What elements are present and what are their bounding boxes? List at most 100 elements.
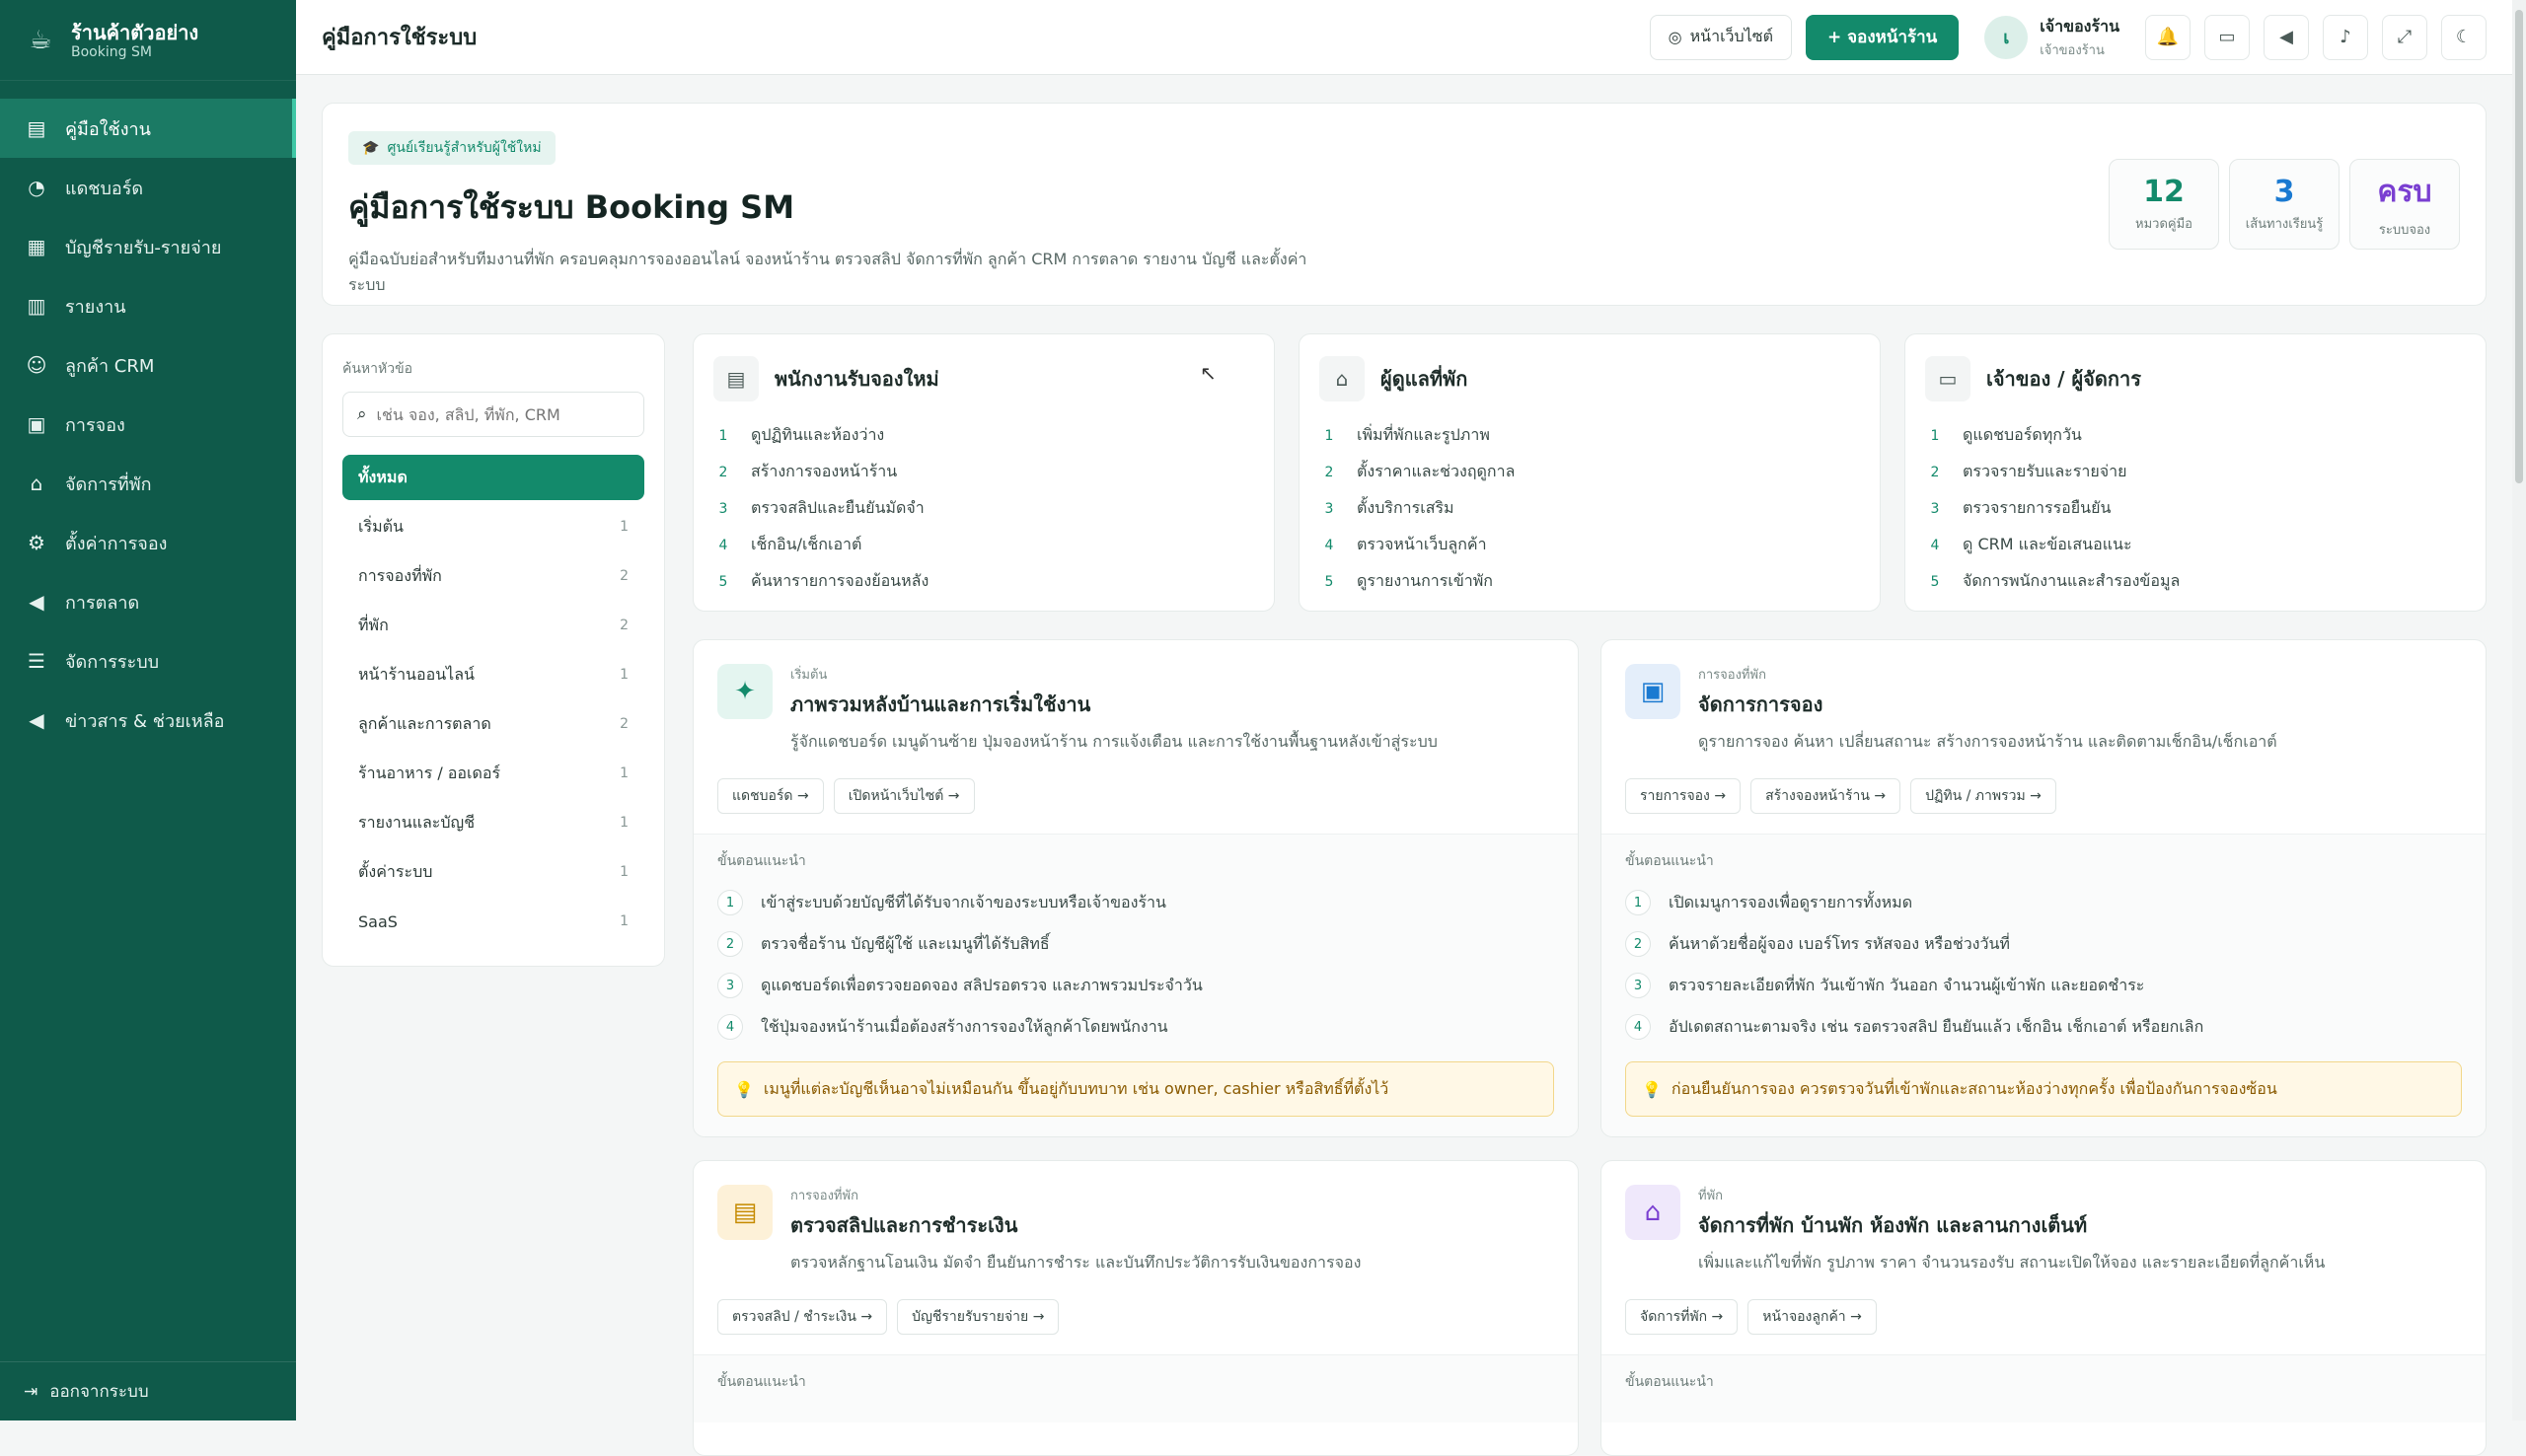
sidebar-item-label: การตลาด xyxy=(65,592,140,614)
topic-item[interactable]: ตั้งค่าระบบ 1 xyxy=(342,849,644,895)
user-role: เจ้าของร้าน xyxy=(2040,42,2105,58)
lightbulb-icon: 💡 xyxy=(1642,1079,1662,1099)
steps-label: ขั้นตอนแนะนำ xyxy=(1625,1374,1714,1390)
page-scrollbar[interactable] xyxy=(2512,0,2526,1420)
sidebar-item-0[interactable]: ▤ คู่มือใช้งาน xyxy=(0,99,296,158)
sidebar-item-10[interactable]: ◀ ข่าวสาร & ช่วยเหลือ xyxy=(0,691,296,750)
topbar: คู่มือการใช้ระบบ ◎ หน้าเว็บไซต์ + จองหน้… xyxy=(296,0,2512,75)
topic-item[interactable]: ทั้งหมด xyxy=(342,455,644,500)
guide-link-chip[interactable]: เปิดหน้าเว็บไซต์ → xyxy=(833,778,975,814)
guide-link-chip[interactable]: หน้าจองลูกค้า → xyxy=(1747,1299,1877,1335)
topic-item[interactable]: ที่พัก 2 xyxy=(342,603,644,648)
logout-icon: ⇥ xyxy=(24,1381,38,1402)
book-walkin-button[interactable]: + จองหน้าร้าน xyxy=(1805,14,1960,60)
sidebar-item-5[interactable]: ▣ การจอง xyxy=(0,395,296,454)
topic-item[interactable]: เริ่มต้น 1 xyxy=(342,504,644,549)
topic-label: รายงานและบัญชี xyxy=(358,812,476,832)
topic-list: ทั้งหมด เริ่มต้น 1 การจองที่พัก 2 ที่พัก 2 หน้า… xyxy=(342,455,644,944)
compass-icon: ✦ xyxy=(717,664,773,719)
step-number: 1 xyxy=(1930,427,1940,444)
topic-count: 1 xyxy=(620,519,629,535)
step-number: 5 xyxy=(718,573,728,590)
topic-item[interactable]: หน้าร้านออนไลน์ 1 xyxy=(342,652,644,697)
topic-count: 2 xyxy=(620,618,629,633)
role-step: 2 สร้างการจองหน้าร้าน xyxy=(713,454,1254,490)
guide-step: 1 เข้าสู่ระบบด้วยบัญชีที่ได้รับจากเจ้าของ… xyxy=(717,882,1554,923)
step-number: 1 xyxy=(1625,890,1651,915)
topic-item[interactable]: ลูกค้าและการตลาด 2 xyxy=(342,701,644,747)
guide-desc: รู้จักแดชบอร์ด เมนูด้านซ้าย ปุ่มจองหน้าร… xyxy=(790,732,1438,751)
role-step-label: จัดการพนักงานและสำรองข้อมูล xyxy=(1963,571,2181,590)
speaker-icon[interactable]: ♪ xyxy=(2323,14,2368,60)
topic-label: หน้าร้านออนไลน์ xyxy=(358,664,475,684)
step-number: 1 xyxy=(1324,427,1334,444)
sidebar-item-7[interactable]: ⚙ ตั้งค่าการจอง xyxy=(0,513,296,572)
stat-value: ครบ xyxy=(2377,175,2432,209)
step-number: 3 xyxy=(717,973,743,998)
sidebar-item-label: การจอง xyxy=(65,414,125,436)
scroll-thumb[interactable] xyxy=(2515,10,2523,483)
topic-count: 1 xyxy=(620,864,629,880)
sidebar-item-label: คู่มือใช้งาน xyxy=(65,118,151,140)
stat-card: ครบระบบจอง xyxy=(2349,159,2460,250)
brand[interactable]: ☕ ร้านค้าตัวอย่าง Booking SM xyxy=(0,0,296,81)
stat-label: ระบบจอง xyxy=(2378,223,2431,238)
sidebar-item-1[interactable]: ◔ แดชบอร์ด xyxy=(0,158,296,217)
bell-icon[interactable]: 🔔 xyxy=(2145,14,2191,60)
moon-icon[interactable]: ☾ xyxy=(2441,14,2487,60)
guide-link-chip[interactable]: บัญชีรายรับรายจ่าย → xyxy=(897,1299,1060,1335)
guide-title: ตรวจสลิปและการชำระเงิน xyxy=(790,1213,1018,1237)
role-step: 4 ดู CRM และข้อเสนอแนะ xyxy=(1925,527,2466,563)
sidebar-item-3[interactable]: ▥ รายงาน xyxy=(0,276,296,335)
guide-link-chip[interactable]: แดชบอร์ด → xyxy=(717,778,824,814)
step-number: 3 xyxy=(718,500,728,517)
topic-item[interactable]: ร้านอาหาร / ออเดอร์ 1 xyxy=(342,751,644,796)
role-step: 5 ดูรายงานการเข้าพัก xyxy=(1319,563,1860,600)
stat-card: 12 หมวดคู่มือ xyxy=(2109,159,2219,250)
role-step-label: ดูปฏิทินและห้องว่าง xyxy=(751,425,885,444)
stat-label: เส้นทางเรียนรู้ xyxy=(2245,217,2324,232)
guide-step-label: ใช้ปุ่มจองหน้าร้านเมื่อต้องสร้างการจองให… xyxy=(761,1016,1168,1036)
topic-count: 1 xyxy=(620,667,629,683)
guide-link-chip[interactable]: ปฏิทิน / ภาพรวม → xyxy=(1910,778,2056,814)
role-step: 3 ตั้งบริการเสริม xyxy=(1319,490,1860,527)
role-step-label: ดู CRM และข้อเสนอแนะ xyxy=(1963,535,2132,553)
search-box[interactable]: ⌕ xyxy=(342,392,644,437)
calendar-icon: ▣ xyxy=(27,412,46,436)
logout-button[interactable]: ⇥ ออกจากระบบ xyxy=(0,1361,296,1420)
topic-count: 1 xyxy=(620,913,629,929)
topic-label: SaaS xyxy=(358,911,398,931)
search-label: ค้นหาหัวข้อ xyxy=(342,361,413,377)
fullscreen-icon[interactable]: ⤢ xyxy=(2382,14,2427,60)
step-number: 2 xyxy=(1625,931,1651,957)
sidebar-item-8[interactable]: ◀ การตลาด xyxy=(0,572,296,631)
step-number: 3 xyxy=(1625,973,1651,998)
guide-desc: ตรวจหลักฐานโอนเงิน มัดจำ ยืนยันการชำระ แ… xyxy=(790,1253,1362,1272)
megaphone-icon: ◀ xyxy=(29,590,44,614)
guide-link-chip[interactable]: จัดการที่พัก → xyxy=(1625,1299,1739,1335)
guide-card: ▣ การจองที่พัก จัดการการจอง ดูรายการจอง ค้น… xyxy=(1600,639,2487,1137)
guide-step: 3 ดูแดชบอร์ดเพื่อตรวจยอดจอง สลิปรอตรวจ แล… xyxy=(717,965,1554,1006)
guide-link-chip[interactable]: ตรวจสลิป / ชำระเงิน → xyxy=(717,1299,888,1335)
chat-icon[interactable]: ▭ xyxy=(2204,14,2250,60)
user-menu[interactable]: เ เจ้าของร้าน เจ้าของร้าน xyxy=(1972,15,2131,60)
guide-link-chip[interactable]: รายการจอง → xyxy=(1625,778,1742,814)
website-button[interactable]: ◎ หน้าเว็บไซต์ xyxy=(1649,14,1792,60)
topic-item[interactable]: รายงานและบัญชี 1 xyxy=(342,800,644,845)
step-number: 5 xyxy=(1930,573,1940,590)
sidebar-item-4[interactable]: ☺ ลูกค้า CRM xyxy=(0,335,296,395)
sidebar-item-6[interactable]: ⌂ จัดการที่พัก xyxy=(0,454,296,513)
sidebar-item-9[interactable]: ☰ จัดการระบบ xyxy=(0,631,296,691)
hero-badge-label: ศูนย์เรียนรู้สำหรับผู้ใช้ใหม่ xyxy=(387,140,542,156)
topic-count: 1 xyxy=(620,765,629,781)
guide-link-chip[interactable]: สร้างจองหน้าร้าน → xyxy=(1750,778,1901,814)
avatar: เ xyxy=(1984,15,2029,59)
topic-item[interactable]: การจองที่พัก 2 xyxy=(342,553,644,599)
megaphone-icon[interactable]: ◀ xyxy=(2264,14,2309,60)
topic-item[interactable]: SaaS 1 xyxy=(342,899,644,944)
tip-text: เมนูที่แต่ละบัญชีเห็นอาจไม่เหมือนกัน ขึ้… xyxy=(763,1078,1389,1098)
sidebar-item-2[interactable]: ▦ บัญชีรายรับ-รายจ่าย xyxy=(0,217,296,276)
search-input[interactable] xyxy=(376,404,630,424)
role-step-label: ตั้งราคาและช่วงฤดูกาล xyxy=(1357,462,1516,480)
guide-step: 2 ตรวจชื่อร้าน บัญชีผู้ใช้ และเมนูที่ได้ร… xyxy=(717,923,1554,965)
